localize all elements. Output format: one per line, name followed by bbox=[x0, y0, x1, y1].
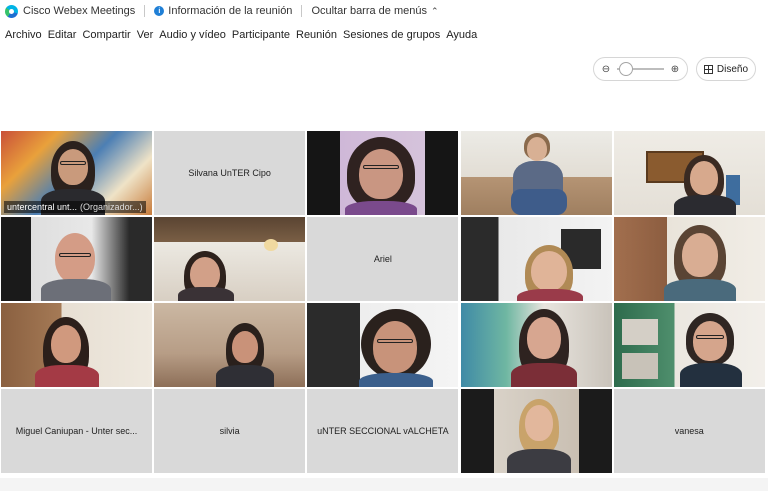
menu-participante[interactable]: Participante bbox=[232, 29, 290, 41]
participant-tile[interactable] bbox=[154, 303, 306, 387]
participant-tile[interactable] bbox=[154, 217, 306, 301]
menu-sesiones-de-grupos[interactable]: Sesiones de grupos bbox=[343, 29, 440, 41]
participant-tile[interactable] bbox=[1, 217, 152, 301]
participant-name: untercentral unt... bbox=[7, 202, 78, 212]
menu-ayuda[interactable]: Ayuda bbox=[446, 29, 477, 41]
participant-tile[interactable] bbox=[307, 131, 459, 215]
title-divider bbox=[301, 5, 303, 17]
participant-name: Ariel bbox=[373, 254, 392, 264]
participant-tile[interactable]: Silvana UnTER Cipo bbox=[154, 131, 306, 215]
title-divider bbox=[144, 5, 146, 17]
participant-tile[interactable] bbox=[460, 389, 612, 473]
layout-button[interactable]: Diseño bbox=[696, 57, 756, 81]
participant-tile[interactable]: Ariel bbox=[307, 217, 459, 301]
grid-icon bbox=[703, 64, 713, 74]
participant-tile-organizer[interactable]: untercentral unt... (Organizador...) bbox=[1, 131, 152, 215]
menu-archivo[interactable]: Archivo bbox=[5, 29, 42, 41]
participant-name: vanesa bbox=[674, 426, 704, 436]
zoom-slider-handle[interactable] bbox=[619, 62, 633, 76]
hide-menu-label: Ocultar barra de menús bbox=[311, 5, 427, 17]
participant-tile[interactable]: silvia bbox=[154, 389, 306, 473]
participant-tile[interactable] bbox=[613, 217, 765, 301]
participant-tile[interactable] bbox=[460, 303, 612, 387]
participant-tile[interactable] bbox=[613, 131, 765, 215]
participant-name: uNTER SECCIONAL vALCHETA bbox=[317, 426, 449, 436]
participant-name: silvia bbox=[219, 426, 240, 436]
zoom-out-icon[interactable]: ⊖ bbox=[601, 64, 611, 75]
participant-tile[interactable] bbox=[460, 217, 612, 301]
meeting-controls-area bbox=[0, 478, 768, 491]
participant-tile[interactable] bbox=[1, 303, 152, 387]
menu-ver[interactable]: Ver bbox=[137, 29, 154, 41]
zoom-slider[interactable] bbox=[617, 62, 664, 76]
participant-grid: untercentral unt... (Organizador...) Silv… bbox=[1, 131, 765, 476]
participant-tile[interactable] bbox=[307, 303, 459, 387]
participant-tile[interactable]: vanesa bbox=[613, 389, 765, 473]
menu-bar: Archivo Editar Compartir Ver Audio y víd… bbox=[0, 26, 478, 44]
participant-tile[interactable] bbox=[613, 303, 765, 387]
participant-name: Miguel Caniupan - Unter sec... bbox=[15, 426, 138, 436]
menu-editar[interactable]: Editar bbox=[48, 29, 77, 41]
info-icon: i bbox=[154, 6, 165, 16]
layout-label: Diseño bbox=[716, 63, 749, 75]
meeting-info-label: Información de la reunión bbox=[168, 5, 293, 17]
participant-tile[interactable]: Miguel Caniupan - Unter sec... bbox=[1, 389, 152, 473]
app-name: Cisco Webex Meetings bbox=[23, 5, 136, 17]
webex-logo-icon bbox=[5, 4, 18, 18]
chevron-up-icon: ⌃ bbox=[431, 5, 439, 16]
participant-tile[interactable]: uNTER SECCIONAL vALCHETA bbox=[307, 389, 459, 473]
menu-audio-video[interactable]: Audio y vídeo bbox=[159, 29, 226, 41]
participant-name: Silvana UnTER Cipo bbox=[188, 168, 271, 178]
participant-name-label: untercentral unt... (Organizador...) bbox=[4, 201, 146, 213]
app-title: Cisco Webex Meetings bbox=[0, 4, 136, 18]
participant-tile[interactable] bbox=[460, 131, 612, 215]
zoom-control: ⊖ ⊕ bbox=[593, 57, 688, 81]
menu-reunion[interactable]: Reunión bbox=[296, 29, 337, 41]
participant-role: (Organizador...) bbox=[80, 202, 143, 212]
hide-menu-button[interactable]: Ocultar barra de menús ⌃ bbox=[311, 5, 438, 17]
zoom-in-icon[interactable]: ⊕ bbox=[670, 64, 680, 75]
menu-compartir[interactable]: Compartir bbox=[82, 29, 130, 41]
title-bar: Cisco Webex Meetings i Información de la… bbox=[0, 0, 768, 22]
meeting-info-button[interactable]: i Información de la reunión bbox=[154, 5, 292, 17]
